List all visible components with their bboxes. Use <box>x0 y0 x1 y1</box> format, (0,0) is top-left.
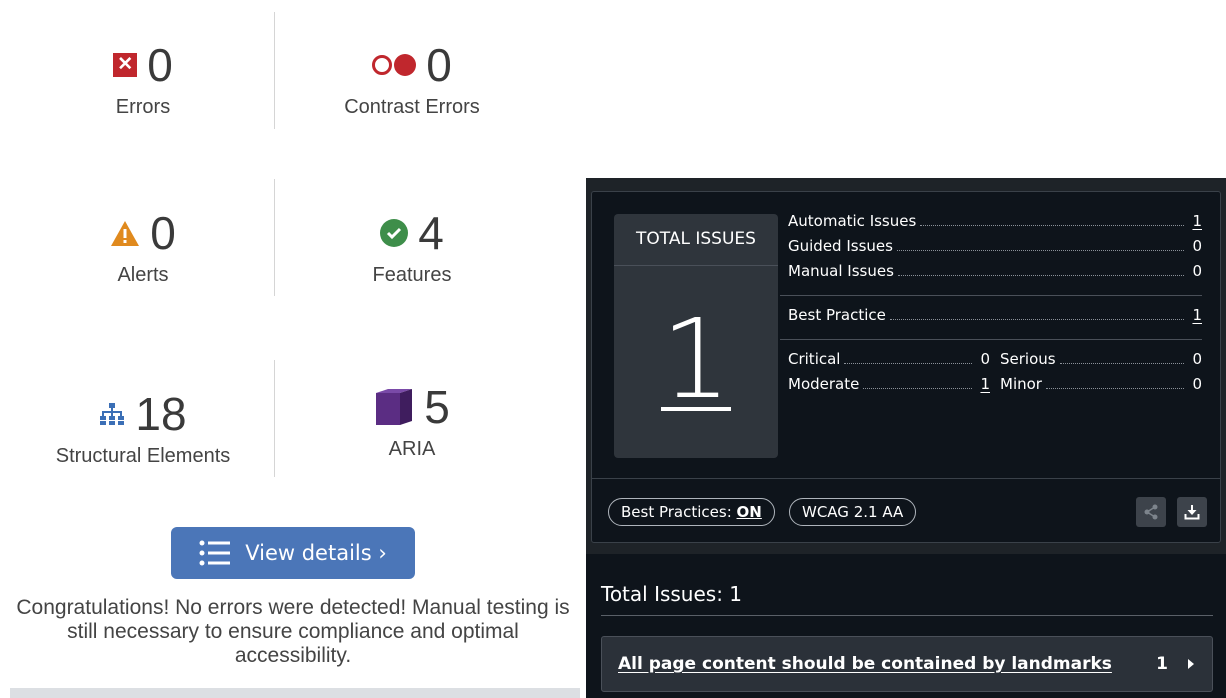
checkmark-icon <box>380 219 409 247</box>
best-practice-link[interactable]: 1 <box>1192 306 1202 324</box>
divider <box>780 339 1202 340</box>
wave-summary-panel: ✕ 0 Errors 0 Contrast Errors 0 Alerts 4 … <box>0 0 586 698</box>
row-critical: Critical 0 <box>788 350 990 375</box>
stat-alerts[interactable]: 0 Alerts <box>7 206 279 287</box>
stat-errors[interactable]: ✕ 0 Errors <box>7 38 279 119</box>
wcag-standard-label: WCAG 2.1 AA <box>802 503 904 521</box>
row-best-practice: Best Practice 1 <box>788 306 1202 331</box>
stat-contrast-errors[interactable]: 0 Contrast Errors <box>276 38 548 119</box>
issue-row-landmarks[interactable]: All page content should be contained by … <box>601 636 1213 692</box>
total-issues-card: TOTAL ISSUES 1 <box>614 214 778 458</box>
view-details-button[interactable]: View details › <box>171 527 415 579</box>
list-icon <box>199 540 231 566</box>
stat-aria[interactable]: 5 ARIA <box>276 380 548 461</box>
alerts-label: Alerts <box>117 264 169 286</box>
aria-count: 5 <box>424 381 450 433</box>
contrast-errors-count: 0 <box>426 39 452 91</box>
features-label: Features <box>372 264 452 286</box>
row-moderate: Moderate 1 <box>788 375 990 400</box>
divider <box>780 295 1202 296</box>
bottom-bar <box>10 688 580 698</box>
congratulations-message: Congratulations! No errors were detected… <box>16 596 570 667</box>
moderate-label: Moderate <box>788 375 860 393</box>
critical-label: Critical <box>788 350 841 368</box>
total-issues-value[interactable]: 1 <box>614 304 778 414</box>
structural-elements-count: 18 <box>135 388 187 440</box>
automatic-issues-label: Automatic Issues <box>788 212 917 230</box>
error-icon: ✕ <box>113 53 138 77</box>
row-serious: Serious 0 <box>1000 350 1202 375</box>
chevron-right-icon <box>1188 659 1194 669</box>
serious-label: Serious <box>1000 350 1056 368</box>
moderate-link[interactable]: 1 <box>980 375 990 393</box>
minor-label: Minor <box>1000 375 1042 393</box>
structural-elements-label: Structural Elements <box>55 445 231 467</box>
alerts-count: 0 <box>150 207 176 259</box>
issue-title[interactable]: All page content should be contained by … <box>618 654 1156 674</box>
best-practice-label: Best Practice <box>788 306 886 324</box>
minor-value: 0 <box>1192 375 1202 393</box>
issue-count: 1 <box>1156 654 1168 674</box>
critical-value: 0 <box>980 350 990 368</box>
row-guided-issues: Guided Issues 0 <box>788 237 1202 262</box>
total-issues-title: TOTAL ISSUES <box>614 214 778 266</box>
aria-label: ARIA <box>388 438 436 460</box>
download-icon <box>1184 505 1200 520</box>
manual-issues-value: 0 <box>1192 262 1202 280</box>
automatic-issues-link[interactable]: 1 <box>1192 212 1202 230</box>
stat-features[interactable]: 4 Features <box>276 206 548 287</box>
axe-panel: TOTAL ISSUES 1 Automatic Issues 1 Guided… <box>586 178 1226 698</box>
features-count: 4 <box>418 207 444 259</box>
axe-summary: TOTAL ISSUES 1 Automatic Issues 1 Guided… <box>591 191 1221 543</box>
view-details-label: View details › <box>245 541 387 565</box>
aria-icon <box>376 389 413 425</box>
best-practices-toggle-state: ON <box>736 503 762 521</box>
download-button[interactable] <box>1177 497 1207 527</box>
row-minor: Minor 0 <box>1000 375 1202 400</box>
divider <box>601 615 1213 616</box>
row-automatic-issues: Automatic Issues 1 <box>788 212 1202 237</box>
share-icon <box>1144 504 1158 520</box>
best-practices-toggle[interactable]: Best Practices: ON <box>608 498 775 526</box>
manual-issues-label: Manual Issues <box>788 262 894 280</box>
guided-issues-label: Guided Issues <box>788 237 893 255</box>
total-issues-heading: Total Issues: 1 <box>601 582 743 606</box>
wcag-standard-selector[interactable]: WCAG 2.1 AA <box>789 498 917 526</box>
structure-icon <box>100 403 125 425</box>
contrast-errors-label: Contrast Errors <box>344 96 480 118</box>
best-practices-toggle-label: Best Practices: <box>621 503 732 521</box>
contrast-icon <box>372 54 417 76</box>
divider <box>592 478 1220 479</box>
serious-value: 0 <box>1192 350 1202 368</box>
stat-structural-elements[interactable]: 18 Structural Elements <box>7 387 279 468</box>
share-button[interactable] <box>1136 497 1166 527</box>
row-manual-issues: Manual Issues 0 <box>788 262 1202 287</box>
errors-count: 0 <box>147 39 173 91</box>
errors-label: Errors <box>115 96 171 118</box>
alert-icon <box>111 220 140 246</box>
issues-list-section: Total Issues: 1 All page content should … <box>586 554 1226 698</box>
guided-issues-value: 0 <box>1192 237 1202 255</box>
issue-breakdown: Automatic Issues 1 Guided Issues 0 Manua… <box>780 212 1202 400</box>
